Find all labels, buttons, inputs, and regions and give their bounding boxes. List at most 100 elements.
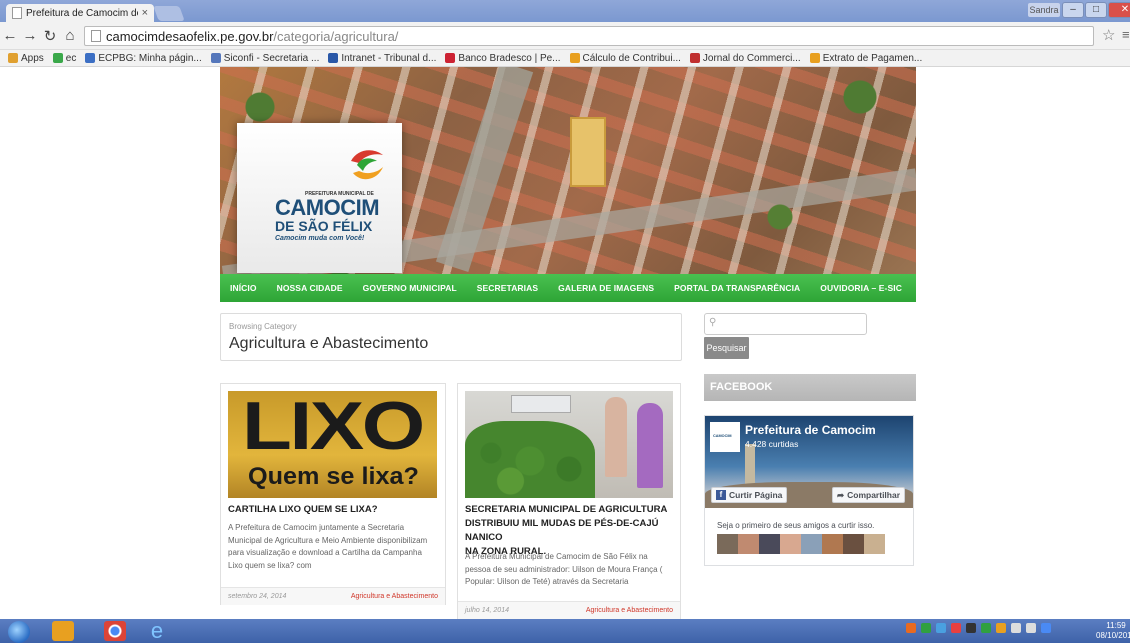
facebook-share-button[interactable]: ➦ Compartilhar (832, 487, 906, 503)
close-window-button[interactable]: ✕ (1108, 2, 1130, 18)
facebook-page-name[interactable]: Prefeitura de Camocim (745, 423, 876, 437)
nav-item-governo-municipal[interactable]: GOVERNO MUNICIPAL (363, 283, 457, 293)
home-button[interactable]: ⌂ (60, 27, 80, 44)
tray-app-icon[interactable] (906, 623, 916, 633)
page-favicon-icon (12, 7, 22, 19)
minimize-button[interactable]: – (1062, 2, 1084, 18)
chrome-icon[interactable] (104, 621, 126, 641)
clock-time: 11:59 (1106, 621, 1126, 630)
menu-icon[interactable]: ≡ (1122, 27, 1130, 42)
maximize-button[interactable]: □ (1085, 2, 1107, 18)
facebook-cover-photo[interactable]: CAMOCIM Prefeitura de Camocim 4.428 curt… (705, 416, 913, 508)
bookmark-extrato[interactable]: Extrato de Pagamen... (809, 53, 922, 64)
avatar[interactable] (801, 534, 822, 554)
post-card: LIXO Quem se lixa? CARTILHA LIXO QUEM SE… (220, 383, 446, 605)
tray-app-icon[interactable] (951, 623, 961, 633)
back-button[interactable]: ← (0, 27, 20, 44)
drive-icon (52, 53, 63, 63)
tray-app-icon[interactable] (1041, 623, 1051, 633)
internet-explorer-icon[interactable]: e (146, 620, 168, 642)
tab-active[interactable]: Prefeitura de Camocim de × (6, 4, 154, 22)
nav-item-transparencia[interactable]: PORTAL DA TRANSPARÊNCIA (674, 283, 800, 293)
nav-item-secretarias[interactable]: SECRETARIAS (477, 283, 538, 293)
image-person (605, 397, 627, 477)
image-window (511, 395, 571, 413)
avatar[interactable] (738, 534, 759, 554)
tab-close-icon[interactable]: × (142, 7, 148, 19)
site-logo[interactable]: PREFEITURA MUNICIPAL DE CAMOCIM DE SÃO F… (237, 123, 402, 273)
bookmark-ec[interactable]: ec (52, 53, 76, 64)
bookmark-site-icon (569, 53, 580, 63)
forward-button[interactable]: → (20, 27, 40, 44)
main-nav: INÍCIO NOSSA CIDADE GOVERNO MUNICIPAL SE… (220, 274, 968, 302)
facebook-page-plugin: CAMOCIM Prefeitura de Camocim 4.428 curt… (704, 415, 914, 566)
avatar[interactable] (864, 534, 885, 554)
bookmarks-bar: Apps ec ECPBG: Minha págin... Siconfi - … (0, 50, 1130, 67)
address-bar[interactable]: camocimdesaofelix.pe.gov.br/categoria/ag… (84, 26, 1094, 46)
browser-tabstrip: Prefeitura de Camocim de × Sandra – □ ✕ (0, 0, 1130, 22)
nav-item-inicio[interactable]: INÍCIO (230, 283, 257, 293)
tray-app-icon[interactable] (936, 623, 946, 633)
post-title[interactable]: CARTILHA LIXO QUEM SE LIXA? (228, 503, 378, 517)
web-page: PREFEITURA MUNICIPAL DE CAMOCIM DE SÃO F… (0, 67, 1130, 619)
post-image[interactable]: LIXO Quem se lixa? (228, 391, 437, 498)
post-date: setembro 24, 2014 (228, 593, 287, 600)
search-button[interactable]: Pesquisar (704, 337, 749, 359)
post-meta: setembro 24, 2014 Agricultura e Abasteci… (221, 587, 445, 605)
avatar[interactable] (717, 534, 738, 554)
post-category-link[interactable]: Agricultura e Abastecimento (586, 607, 673, 614)
nav-item-ouvidoria[interactable]: OUVIDORIA – E-SIC (820, 283, 902, 293)
nav-item-arquivos[interactable]: ARQUIVOS (922, 283, 968, 293)
outlook-icon[interactable] (52, 621, 74, 641)
bookmark-ecpbg[interactable]: ECPBG: Minha págin... (85, 53, 202, 64)
apps-grid-icon (8, 53, 18, 63)
system-tray (906, 623, 1051, 633)
url-path: /categoria/agricultura/ (273, 28, 399, 44)
post-category-link[interactable]: Agricultura e Abastecimento (351, 593, 438, 600)
search-input[interactable]: ⚲ (704, 313, 867, 335)
bookmark-intranet[interactable]: Intranet - Tribunal d... (328, 53, 436, 64)
facebook-like-button[interactable]: f Curtir Página (711, 487, 788, 503)
window-user-label[interactable]: Sandra (1028, 3, 1060, 17)
nav-item-galeria[interactable]: GALERIA DE IMAGENS (558, 283, 654, 293)
bookmark-star-icon[interactable]: ☆ (1102, 26, 1115, 44)
tray-app-icon[interactable] (981, 623, 991, 633)
avatar[interactable] (780, 534, 801, 554)
tray-app-icon[interactable] (921, 623, 931, 633)
avatar[interactable] (759, 534, 780, 554)
start-button[interactable] (8, 621, 30, 643)
bookmark-site-icon (809, 53, 820, 63)
new-tab-button[interactable] (153, 6, 185, 21)
bookmark-site-icon (445, 53, 456, 63)
facebook-profile-picture[interactable]: CAMOCIM (710, 422, 740, 452)
post-image[interactable] (465, 391, 673, 498)
avatar[interactable] (843, 534, 864, 554)
bookmark-site-icon (210, 53, 221, 63)
avatar[interactable] (822, 534, 843, 554)
taskbar-clock[interactable]: 11:59 08/10/2015 (1096, 621, 1130, 641)
facebook-widget-heading: FACEBOOK (704, 374, 916, 401)
volume-icon[interactable] (1026, 623, 1036, 633)
browsing-category-label: Browsing Category (229, 322, 297, 331)
nav-item-nossa-cidade[interactable]: NOSSA CIDADE (277, 283, 343, 293)
share-arrow-icon: ➦ (837, 489, 845, 500)
clock-date: 08/10/2015 (1096, 631, 1130, 640)
post-image-caption: Quem se lixa? (248, 463, 419, 490)
window-controls: – □ ✕ (1062, 2, 1130, 18)
network-icon[interactable] (1011, 623, 1021, 633)
bookmark-calculo[interactable]: Cálculo de Contribui... (569, 53, 681, 64)
bookmark-site-icon (689, 53, 700, 63)
bookmark-apps[interactable]: Apps (8, 53, 44, 64)
bookmark-jornal[interactable]: Jornal do Commerci... (689, 53, 801, 64)
reload-button[interactable]: ↻ (40, 27, 60, 45)
post-card: SECRETARIA MUNICIPAL DE AGRICULTURA DIST… (457, 383, 681, 619)
tray-app-icon[interactable] (996, 623, 1006, 633)
banner-church (570, 117, 606, 187)
bookmark-siconfi[interactable]: Siconfi - Secretaria ... (210, 53, 319, 64)
bookmark-bradesco[interactable]: Banco Bradesco | Pe... (445, 53, 561, 64)
windows-taskbar: e 11:59 08/10/2015 (0, 619, 1130, 643)
tray-app-icon[interactable] (966, 623, 976, 633)
post-excerpt: A Prefeitura de Camocim juntamente a Sec… (228, 523, 428, 570)
facebook-likes-count: 4.428 curtidas (745, 439, 799, 449)
browser-toolbar: ← → ↻ ⌂ camocimdesaofelix.pe.gov.br/cate… (0, 22, 1130, 50)
